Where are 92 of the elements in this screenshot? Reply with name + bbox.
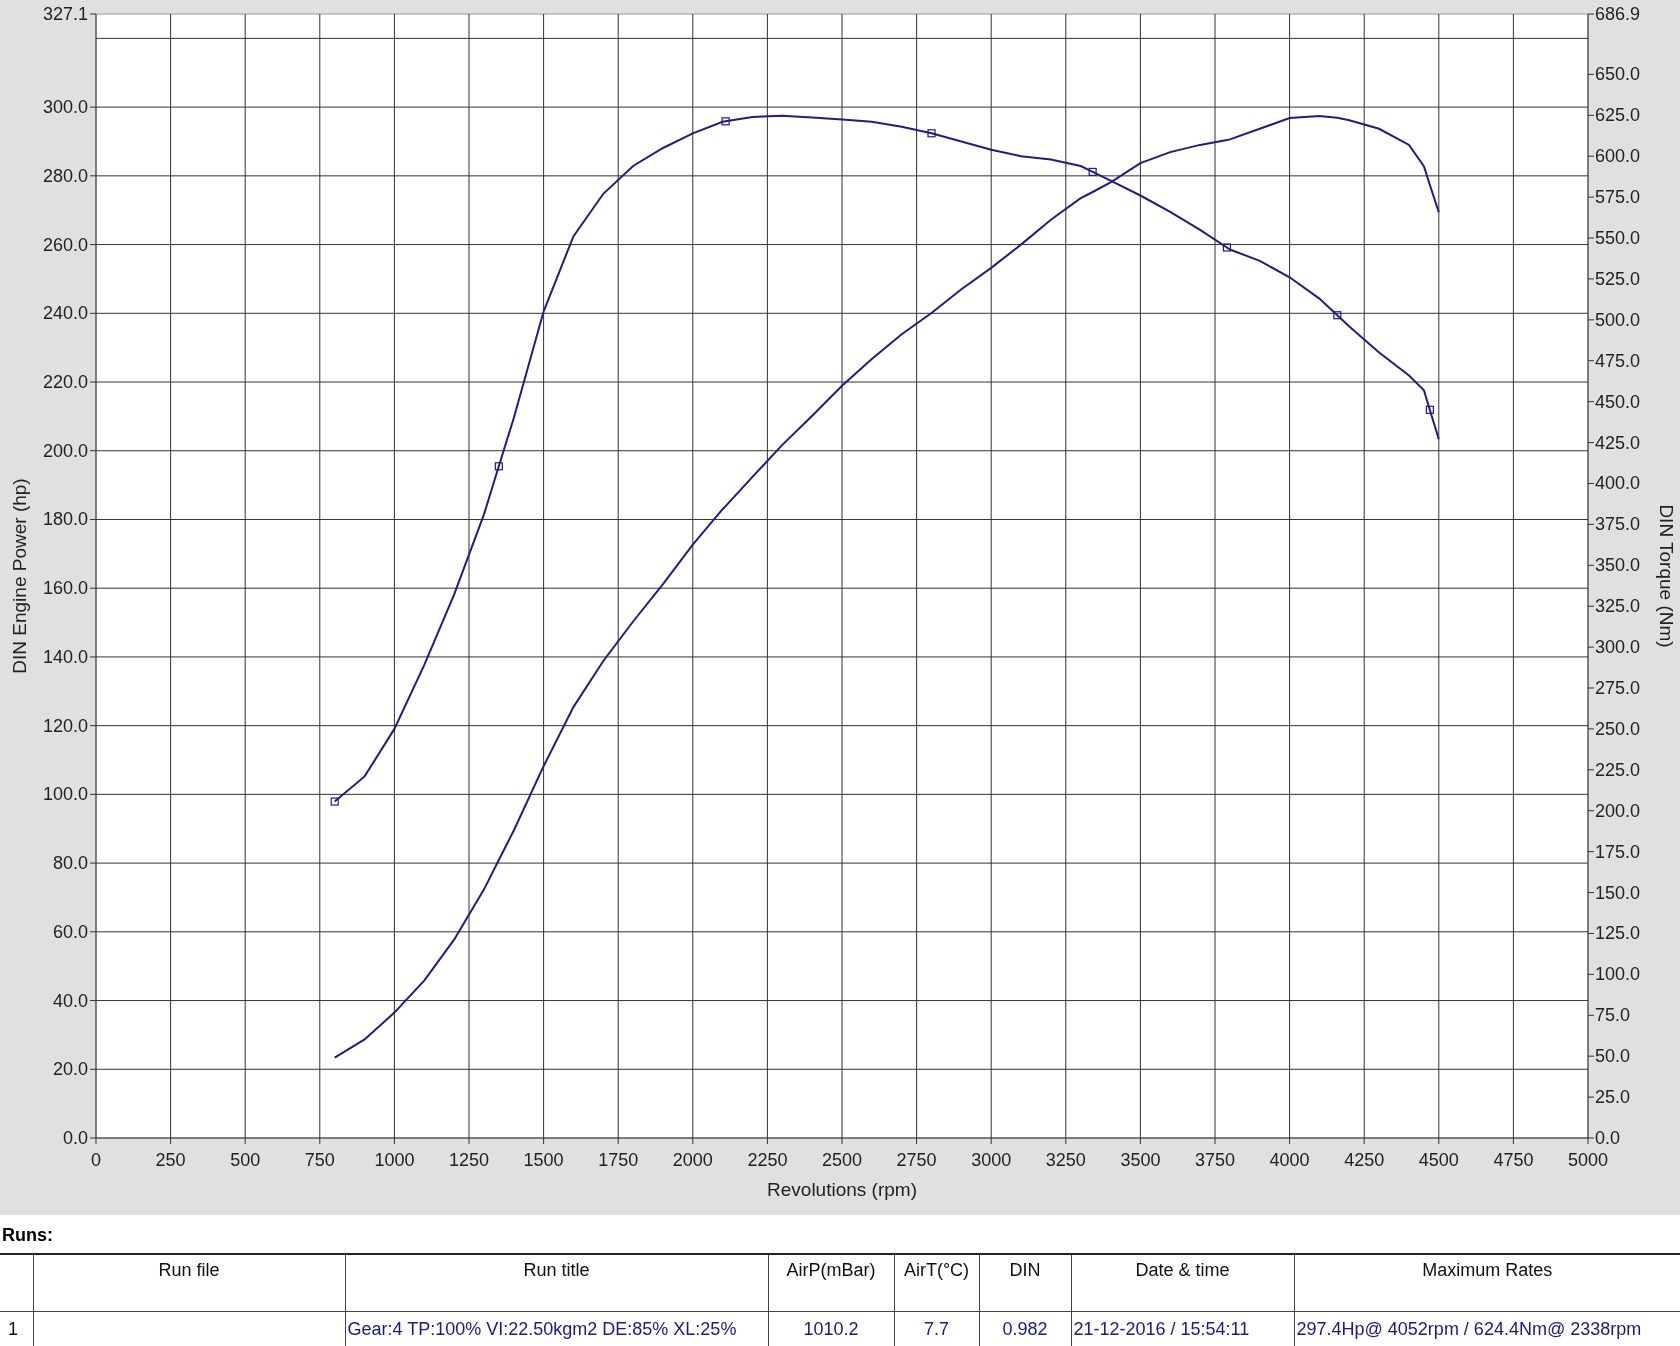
column-header: Run title	[345, 1254, 768, 1312]
y2-tick-label: 25.0	[1595, 1087, 1631, 1108]
y2-tick-label: 525.0	[1595, 268, 1641, 289]
x-tick-label: 250	[155, 1150, 186, 1170]
x-tick-label: 0	[91, 1150, 101, 1170]
y2-tick-label: 550.0	[1595, 228, 1641, 248]
y2-tick-label: 500.0	[1595, 309, 1641, 330]
y2-tick-label: 275.0	[1595, 678, 1641, 698]
x-tick-label: 3500	[1120, 1150, 1161, 1170]
x-tick-label: 4750	[1493, 1150, 1534, 1170]
y-tick-label: 280.0	[42, 165, 88, 186]
data-point-marker	[1425, 405, 1434, 414]
y2-tick-label: 125.0	[1595, 923, 1641, 944]
y2-tick-label: 400.0	[1595, 473, 1641, 494]
y2-axis-title: DIN Torque (Nm)	[1656, 504, 1677, 648]
y-tick-label: 80.0	[52, 853, 88, 874]
x-tick-label: 750	[304, 1150, 335, 1170]
x-axis-title: Revolutions (rpm)	[767, 1179, 917, 1200]
y-tick-label: 20.0	[52, 1059, 88, 1080]
table-cell: 1	[0, 1311, 33, 1346]
y-tick-label: 220.0	[42, 372, 88, 392]
x-tick-label: 500	[230, 1150, 261, 1170]
x-tick-label: 2250	[747, 1150, 788, 1170]
y-tick-label: 240.0	[42, 303, 88, 324]
y2-tick-label: 300.0	[1595, 637, 1641, 658]
data-point-marker	[330, 797, 339, 806]
x-tick-label: 2750	[896, 1150, 937, 1170]
x-tick-label: 5000	[1568, 1150, 1608, 1170]
y2-tick-label: 600.0	[1595, 146, 1641, 167]
y-tick-label: 200.0	[42, 440, 88, 461]
x-tick-label: 4500	[1418, 1150, 1459, 1170]
data-point-marker	[1333, 311, 1342, 320]
x-tick-label: 4250	[1344, 1150, 1385, 1170]
y-tick-label: 120.0	[42, 715, 88, 736]
y-tick-label: 300.0	[42, 97, 88, 118]
y2-tick-label: 100.0	[1595, 964, 1641, 985]
column-header: AirT(°C)	[894, 1254, 979, 1312]
x-tick-label: 4000	[1269, 1150, 1310, 1170]
x-tick-label: 1000	[374, 1150, 415, 1170]
table-cell: 21-12-2016 / 15:54:11	[1071, 1311, 1294, 1346]
y2-tick-label: 686.9	[1595, 4, 1641, 24]
table-cell: 1010.2	[768, 1311, 894, 1346]
y2-tick-label: 250.0	[1595, 718, 1641, 739]
x-tick-label: 3250	[1045, 1150, 1086, 1170]
y-tick-label: 180.0	[42, 509, 88, 530]
y2-tick-label: 475.0	[1595, 350, 1641, 371]
x-tick-label: 3000	[971, 1150, 1012, 1170]
y-tick-label: 140.0	[42, 646, 88, 667]
y-tick-label: 160.0	[42, 578, 88, 599]
y2-tick-label: 175.0	[1595, 841, 1641, 862]
runs-title: Runs:	[1, 1225, 54, 1247]
data-point-marker	[1088, 167, 1097, 176]
y-tick-label: 0.0	[62, 1128, 88, 1148]
y2-tick-label: 150.0	[1595, 882, 1641, 903]
y-axis-title: DIN Engine Power (hp)	[9, 478, 30, 674]
y-tick-label: 327.1	[42, 4, 88, 24]
column-header: AirP(mBar)	[768, 1254, 894, 1312]
x-tick-label: 3750	[1195, 1150, 1235, 1170]
y2-tick-label: 0.0	[1595, 1128, 1621, 1148]
x-tick-label: 2500	[822, 1150, 862, 1170]
y2-tick-label: 200.0	[1595, 800, 1641, 821]
x-tick-label: 1250	[449, 1150, 489, 1170]
y-tick-label: 260.0	[42, 234, 88, 255]
column-header: Run file	[33, 1254, 345, 1312]
y2-tick-label: 375.0	[1595, 514, 1641, 535]
table-cell: Gear:4 TP:100% VI:22.50kgm2 DE:85% XL:25%	[345, 1311, 768, 1346]
data-point-marker	[927, 129, 936, 138]
y2-tick-label: 50.0	[1595, 1046, 1631, 1067]
table-cell: 297.4Hp@ 4052rpm / 624.4Nm@ 2338rpm	[1294, 1311, 1680, 1346]
y2-tick-label: 625.0	[1595, 105, 1641, 126]
column-header: Maximum Rates	[1294, 1254, 1680, 1312]
y2-tick-label: 225.0	[1595, 759, 1641, 780]
data-point-marker	[1222, 243, 1232, 252]
y-tick-label: 60.0	[52, 921, 88, 942]
y2-tick-label: 450.0	[1595, 391, 1641, 412]
y2-tick-label: 350.0	[1595, 555, 1641, 576]
y-tick-label: 40.0	[52, 990, 88, 1011]
x-tick-label: 1500	[523, 1150, 564, 1170]
column-header: Date & time	[1071, 1254, 1294, 1312]
y2-tick-label: 325.0	[1595, 596, 1641, 617]
table-cell: 7.7	[894, 1311, 979, 1346]
y2-tick-label: 650.0	[1595, 64, 1641, 85]
data-point-marker	[494, 462, 503, 471]
column-header: DIN	[979, 1254, 1071, 1312]
y2-tick-label: 575.0	[1595, 187, 1641, 208]
data-point-marker	[721, 117, 730, 126]
y2-tick-label: 425.0	[1595, 432, 1641, 453]
x-tick-label: 1750	[598, 1150, 639, 1170]
table-cell: 0.982	[979, 1311, 1071, 1346]
x-tick-label: 2000	[672, 1150, 713, 1170]
y2-tick-label: 75.0	[1595, 1005, 1631, 1026]
y-tick-label: 100.0	[42, 784, 88, 805]
